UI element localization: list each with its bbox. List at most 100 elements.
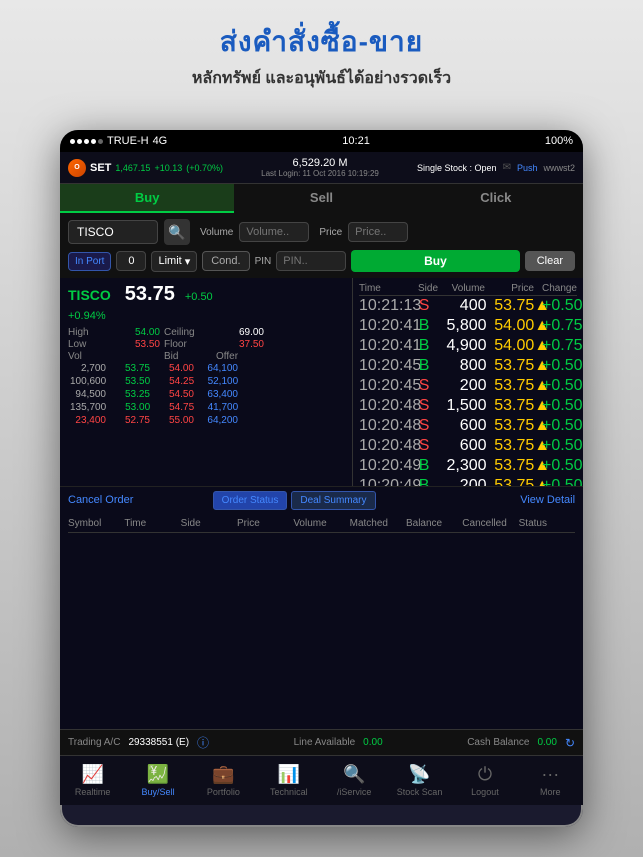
nav-logout[interactable]: ⏻ Logout: [452, 756, 517, 805]
trade-side: S: [419, 437, 439, 455]
trade-time: 10:20:45: [359, 377, 411, 395]
nav-realtime[interactable]: 📈 Realtime: [60, 756, 125, 805]
nav-buysell[interactable]: 💹 Buy/Sell: [125, 756, 190, 805]
trade-rows-container: 10:21:13 S 400 53.75▲ +0.50 10:20:41 B 5…: [359, 296, 577, 486]
signal-dots: [70, 139, 103, 144]
trade-change: +0.50: [542, 397, 577, 415]
main-tabs: Buy Sell Click: [60, 184, 583, 213]
volume-label: Volume: [200, 227, 233, 238]
trade-volume: 2,300: [447, 457, 487, 475]
nav-stockscan[interactable]: 📡 Stock Scan: [387, 756, 452, 805]
trade-side: S: [419, 397, 439, 415]
trade-row: 10:20:41 B 5,800 54.00▲ +0.75: [359, 316, 577, 336]
tab-sell[interactable]: Sell: [234, 184, 408, 213]
buy-button[interactable]: Buy: [351, 250, 519, 272]
symbol-input[interactable]: [68, 220, 158, 244]
nav-technical[interactable]: 📊 Technical: [256, 756, 321, 805]
col-side: Side: [181, 518, 237, 529]
bottom-nav: 📈 Realtime 💹 Buy/Sell 💼 Portfolio 📊 Tech…: [60, 755, 583, 805]
index-name: SET: [90, 162, 111, 174]
content-split: TISCO 53.75 +0.50 +0.94% High 54.00 Ceil…: [60, 278, 583, 486]
iservice-icon: 🔍: [343, 764, 365, 785]
ba-row-2: 100,600 53.50 54.25 52,100: [68, 375, 344, 388]
price-input[interactable]: [348, 222, 408, 242]
trade-price: 53.75▲: [494, 377, 534, 395]
index-value: 1,467.15: [115, 163, 150, 173]
hero-subtitle: หลักทรัพย์ และอนุพันธ์ได้อย่างรวดเร็ว: [0, 66, 643, 91]
th-col-change: Change: [541, 283, 577, 294]
trade-volume: 600: [447, 417, 487, 435]
trade-change: +0.50: [542, 437, 577, 455]
ask5: 55.00: [156, 414, 196, 427]
battery-label: 100%: [545, 135, 573, 147]
order-status-button[interactable]: Order Status: [213, 491, 288, 510]
form-row-2: In Port 0 Limit ▾ Cond. PIN Buy Clear: [68, 250, 575, 272]
limit-label: Limit: [158, 255, 181, 267]
th-header: Time Side Volume Price Change: [359, 282, 577, 296]
vol2: 100,600: [68, 375, 108, 388]
cancel-order-button[interactable]: Cancel Order: [68, 494, 213, 506]
app-content: TRUE-H 4G 10:21 100% O SET 1,467.15 +10.…: [60, 130, 583, 805]
trade-time: 10:20:41: [359, 337, 411, 355]
search-button[interactable]: 🔍: [164, 219, 190, 245]
bid1: 53.75: [112, 362, 152, 375]
network-label: 4G: [153, 135, 168, 147]
tab-click[interactable]: Click: [409, 184, 583, 213]
th-col-vol: Volume: [445, 283, 485, 294]
trade-change: +0.50: [542, 417, 577, 435]
low-label: Low: [68, 339, 108, 350]
order-table: Symbol Time Side Price Volume Matched Ba…: [60, 514, 583, 730]
trade-price: 53.75▲: [494, 357, 534, 375]
view-detail-button[interactable]: View Detail: [520, 494, 575, 506]
vol1: 2,700: [68, 362, 108, 375]
tab-buy[interactable]: Buy: [60, 184, 234, 213]
action-bar: Cancel Order Order Status Deal Summary V…: [60, 486, 583, 514]
trade-change: +0.50: [542, 457, 577, 475]
trade-row: 10:21:13 S 400 53.75▲ +0.50: [359, 296, 577, 316]
stock-pct: +0.94%: [68, 306, 344, 324]
trade-row: 10:20:48 S 600 53.75▲ +0.50: [359, 416, 577, 436]
stockscan-icon: 📡: [408, 764, 430, 785]
trade-row: 10:20:45 S 200 53.75▲ +0.50: [359, 376, 577, 396]
ipad-frame: TRUE-H 4G 10:21 100% O SET 1,467.15 +10.…: [60, 130, 583, 827]
in-port-value: 0: [116, 251, 146, 271]
col-symbol: Symbol: [68, 518, 124, 529]
form-row-1: 🔍 Volume Price: [68, 219, 575, 245]
high-val: 54.00: [112, 327, 160, 338]
limit-selector[interactable]: Limit ▾: [151, 251, 197, 272]
deal-summary-button[interactable]: Deal Summary: [291, 491, 375, 510]
trade-row: 10:20:45 B 800 53.75▲ +0.50: [359, 356, 577, 376]
index-pct: (+0.70%): [186, 163, 223, 173]
volume-input[interactable]: [239, 222, 309, 242]
trade-time: 10:20:48: [359, 417, 411, 435]
nav-portfolio[interactable]: 💼 Portfolio: [191, 756, 256, 805]
trade-price: 53.75▲: [494, 297, 534, 315]
header-center: 6,529.20 M Last Login: 11 Oct 2016 10:19…: [261, 157, 379, 178]
col-cancelled: Cancelled: [462, 518, 518, 529]
nav-iservice[interactable]: 🔍 /iService: [322, 756, 387, 805]
floor-label: Floor: [164, 339, 212, 350]
trade-price: 53.75▲: [494, 437, 534, 455]
cond-button[interactable]: Cond.: [202, 251, 249, 271]
volume-label: 6,529.20 M: [261, 157, 379, 169]
bid2: 53.50: [112, 375, 152, 388]
stock-row-1: TISCO 53.75 +0.50 +0.94% High 54.00 Ceil…: [60, 278, 352, 429]
pin-input[interactable]: [276, 251, 346, 271]
trade-volume: 200: [447, 477, 487, 486]
col-status: Status: [519, 518, 575, 529]
technical-label: Technical: [270, 787, 308, 797]
push-label: Push: [517, 163, 538, 173]
bid-label: Bid: [164, 351, 212, 362]
nav-more[interactable]: ··· More: [518, 756, 583, 805]
trade-change: +0.50: [542, 357, 577, 375]
hero-title: ส่งคำสั่งซื้อ-ขาย: [0, 20, 643, 64]
technical-icon: 📊: [278, 764, 300, 785]
col-balance: Balance: [406, 518, 462, 529]
clear-button[interactable]: Clear: [525, 251, 575, 271]
left-panel: TISCO 53.75 +0.50 +0.94% High 54.00 Ceil…: [60, 278, 352, 486]
trade-time: 10:21:13: [359, 297, 411, 315]
set-info: SET 1,467.15 +10.13 (+0.70%): [90, 162, 223, 174]
limit-chevron: ▾: [185, 255, 191, 268]
th-col-price: Price: [492, 283, 534, 294]
order-form: 🔍 Volume Price In Port 0 Limit ▾ Cond. P…: [60, 213, 583, 278]
